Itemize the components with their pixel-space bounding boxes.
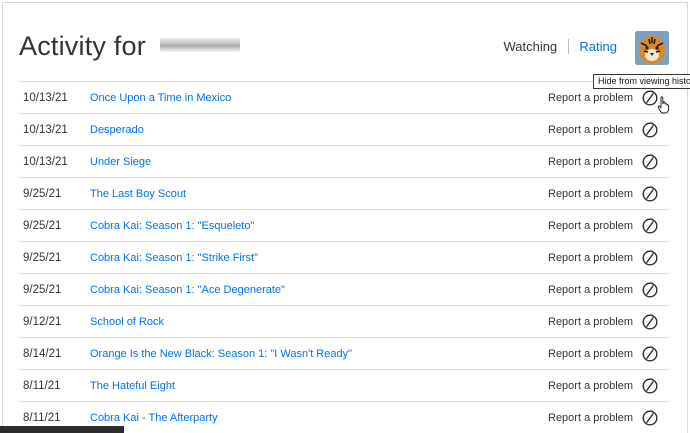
title-link[interactable]: School of Rock	[90, 316, 164, 328]
hide-from-history-icon[interactable]	[642, 378, 658, 394]
hide-tooltip: Hide from viewing history	[593, 74, 690, 89]
hide-from-history-icon[interactable]	[642, 250, 658, 266]
activity-row: 9/25/21 The Last Boy Scout Report a proble…	[19, 177, 669, 209]
page-title: Activity for	[19, 31, 240, 62]
hide-from-history-icon[interactable]	[642, 314, 658, 330]
activity-date: 10/13/21	[23, 92, 68, 104]
activity-list: 10/13/21 Once Upon a Time in Mexico Report…	[19, 81, 669, 433]
activity-date: 8/11/21	[23, 380, 61, 392]
activity-row: 9/25/21 Cobra Kai: Season 1: "Ace Degener…	[19, 273, 669, 305]
hide-from-history-icon[interactable]	[642, 122, 658, 138]
activity-row: 9/12/21 School of Rock Report a problem	[19, 305, 669, 337]
hide-from-history-icon[interactable]	[642, 346, 658, 362]
activity-date: 8/11/21	[23, 412, 61, 424]
title-link[interactable]: Cobra Kai: Season 1: "Esqueleto"	[90, 220, 254, 232]
hand-cursor-icon	[657, 96, 670, 114]
hide-from-history-icon[interactable]	[642, 154, 658, 170]
activity-date: 8/14/21	[23, 348, 62, 360]
page-title-text: Activity for	[19, 31, 146, 61]
toggle-divider	[567, 39, 569, 54]
title-link[interactable]: The Last Boy Scout	[90, 188, 186, 200]
report-problem-link[interactable]: Report a problem	[548, 412, 633, 424]
watching-tab: Watching	[503, 39, 558, 54]
rating-tab[interactable]: Rating	[579, 39, 617, 54]
title-link[interactable]: Cobra Kai: Season 1: "Ace Degenerate"	[90, 284, 285, 296]
report-problem-link[interactable]: Report a problem	[548, 92, 633, 104]
activity-date: 9/12/21	[23, 316, 62, 328]
report-problem-link[interactable]: Report a problem	[548, 220, 633, 232]
title-link[interactable]: Cobra Kai - The Afterparty	[90, 412, 218, 424]
profile-avatar[interactable]	[635, 31, 669, 65]
title-link[interactable]: Orange Is the New Black: Season 1: "I Wa…	[90, 348, 352, 360]
status-bar	[0, 426, 124, 433]
activity-row: 10/13/21 Once Upon a Time in Mexico Report…	[19, 81, 669, 113]
report-problem-link[interactable]: Report a problem	[548, 188, 633, 200]
activity-row: 9/25/21 Cobra Kai: Season 1: "Strike Firs…	[19, 241, 669, 273]
report-problem-link[interactable]: Report a problem	[548, 156, 633, 168]
activity-date: 10/13/21	[23, 124, 68, 136]
hide-from-history-icon[interactable]	[642, 410, 658, 426]
activity-date: 9/25/21	[23, 252, 62, 264]
hide-from-history-icon[interactable]	[642, 90, 658, 106]
title-link[interactable]: Once Upon a Time in Mexico	[90, 92, 231, 104]
report-problem-link[interactable]: Report a problem	[548, 124, 633, 136]
view-toggle: Watching Rating	[503, 39, 617, 54]
activity-row: 10/13/21 Under Siege Report a problem	[19, 145, 669, 177]
activity-date: 9/25/21	[23, 284, 62, 296]
page-header: Activity for Watching Rating	[19, 31, 669, 71]
hide-from-history-icon[interactable]	[642, 218, 658, 234]
hide-from-history-icon[interactable]	[642, 282, 658, 298]
hide-from-history-icon[interactable]	[642, 186, 658, 202]
report-problem-link[interactable]: Report a problem	[548, 252, 633, 264]
redacted-profile-name	[159, 38, 240, 52]
activity-row: 8/14/21 Orange Is the New Black: Season 1…	[19, 337, 669, 369]
report-problem-link[interactable]: Report a problem	[548, 380, 633, 392]
title-link[interactable]: Under Siege	[90, 156, 151, 168]
tiger-avatar-icon	[635, 31, 669, 65]
report-problem-link[interactable]: Report a problem	[548, 284, 633, 296]
title-link[interactable]: Cobra Kai: Season 1: "Strike First"	[90, 252, 258, 264]
activity-row: 10/13/21 Desperado Report a problem	[19, 113, 669, 145]
activity-date: 9/25/21	[23, 188, 62, 200]
viewing-activity-page: Activity for Watching Rating 10/13/21 Onc…	[2, 2, 688, 433]
activity-row: 9/25/21 Cobra Kai: Season 1: "Esqueleto" R…	[19, 209, 669, 241]
report-problem-link[interactable]: Report a problem	[548, 348, 633, 360]
activity-date: 10/13/21	[23, 156, 68, 168]
activity-row: 8/11/21 The Hateful Eight Report a problem	[19, 369, 669, 401]
activity-date: 9/25/21	[23, 220, 62, 232]
report-problem-link[interactable]: Report a problem	[548, 316, 633, 328]
title-link[interactable]: The Hateful Eight	[90, 380, 175, 392]
title-link[interactable]: Desperado	[90, 124, 144, 136]
